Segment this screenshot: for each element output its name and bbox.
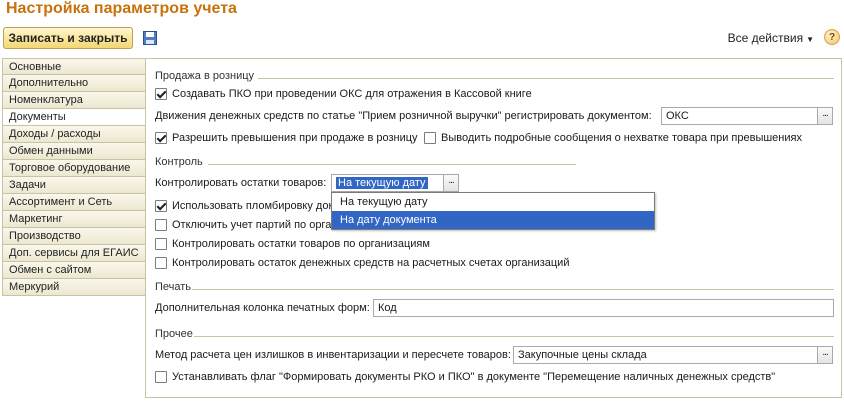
- chevron-down-icon: ▼: [806, 35, 814, 44]
- allow-excess-option[interactable]: Разрешить превышения при продаже в розни…: [155, 132, 418, 144]
- dropdown-option-document-date[interactable]: На дату документа: [332, 211, 654, 229]
- section-divider: [194, 336, 834, 337]
- detailed-messages-option[interactable]: Выводить подробные сообщения о нехватке …: [424, 132, 802, 144]
- stock-control-dropdown: На текущую дату На дату документа: [331, 192, 655, 230]
- detailed-messages-checkbox[interactable]: [424, 132, 436, 144]
- control-by-org-label: Контролировать остатки товаров по органи…: [172, 238, 430, 250]
- page-title: Настройка параметров учета: [6, 0, 237, 17]
- control-by-org-checkbox[interactable]: [155, 238, 167, 250]
- allow-excess-label: Разрешить превышения при продаже в розни…: [172, 132, 418, 144]
- all-actions-label: Все действия: [727, 31, 804, 45]
- sidebar-item-income-expenses[interactable]: Доходы / расходы: [2, 126, 146, 143]
- use-seal-option[interactable]: Использовать пломбировку док: [155, 200, 333, 212]
- all-actions-menu[interactable]: Все действия ▼: [728, 31, 814, 45]
- disable-batches-label: Отключить учет партий по орган: [172, 219, 338, 231]
- set-flag-option[interactable]: Устанавливать флаг "Формировать документ…: [155, 371, 775, 383]
- sidebar: Основные Дополнительно Номенклатура Доку…: [2, 58, 146, 296]
- sidebar-item-tasks[interactable]: Задачи: [2, 177, 146, 194]
- price-method-label: Метод расчета цен излишков в инвентариза…: [155, 349, 511, 361]
- use-seal-label: Использовать пломбировку док: [172, 200, 334, 212]
- disable-batches-option[interactable]: Отключить учет партий по орган: [155, 219, 337, 231]
- section-title-print: Печать: [155, 281, 192, 293]
- sidebar-item-mercury[interactable]: Меркурий: [2, 279, 146, 296]
- section-divider: [258, 78, 834, 79]
- set-flag-label: Устанавливать флаг "Формировать документ…: [172, 371, 776, 383]
- save-and-close-button[interactable]: Записать и закрыть: [3, 27, 133, 49]
- stock-control-label: Контролировать остатки товаров:: [155, 177, 327, 189]
- detailed-messages-label: Выводить подробные сообщения о нехватке …: [441, 132, 802, 144]
- set-flag-checkbox[interactable]: [155, 371, 167, 383]
- create-pko-label: Создавать ПКО при проведении ОКС для отр…: [172, 88, 532, 100]
- sidebar-item-trade-equipment[interactable]: Торговое оборудование: [2, 160, 146, 177]
- price-method-select-button[interactable]: ...: [817, 346, 833, 364]
- stock-control-select[interactable]: На текущую дату: [331, 174, 444, 192]
- sidebar-item-egais[interactable]: Доп. сервисы для ЕГАИС: [2, 245, 146, 262]
- use-seal-checkbox[interactable]: [155, 200, 167, 212]
- sidebar-item-marketing[interactable]: Маркетинг: [2, 211, 146, 228]
- disable-batches-checkbox[interactable]: [155, 219, 167, 231]
- cash-flow-select-button[interactable]: ...: [817, 107, 833, 125]
- dropdown-option-current-date[interactable]: На текущую дату: [332, 193, 654, 211]
- stock-control-select-button[interactable]: ...: [443, 174, 459, 192]
- stock-control-value: На текущую дату: [336, 177, 428, 189]
- extra-column-label: Дополнительная колонка печатных форм:: [155, 302, 370, 314]
- sidebar-item-nomenclature[interactable]: Номенклатура: [2, 92, 146, 109]
- price-method-field[interactable]: Закупочные цены склада: [513, 346, 818, 364]
- save-icon[interactable]: [143, 31, 157, 45]
- sidebar-item-main[interactable]: Основные: [2, 58, 146, 75]
- sidebar-item-documents[interactable]: Документы: [2, 109, 146, 126]
- control-by-org-option[interactable]: Контролировать остатки товаров по органи…: [155, 238, 430, 250]
- section-divider: [208, 164, 576, 165]
- cash-flow-document-field[interactable]: ОКС: [661, 107, 818, 125]
- extra-column-field[interactable]: Код: [373, 299, 834, 317]
- cash-flow-label: Движения денежных средств по статье "При…: [155, 110, 652, 122]
- sidebar-item-data-exchange[interactable]: Обмен данными: [2, 143, 146, 160]
- section-divider: [192, 289, 834, 290]
- create-pko-option[interactable]: Создавать ПКО при проведении ОКС для отр…: [155, 88, 532, 100]
- sidebar-item-assortment[interactable]: Ассортимент и Сеть: [2, 194, 146, 211]
- allow-excess-checkbox[interactable]: [155, 132, 167, 144]
- section-title-control: Контроль: [155, 156, 203, 168]
- control-cash-option[interactable]: Контролировать остаток денежных средств …: [155, 257, 569, 269]
- control-cash-checkbox[interactable]: [155, 257, 167, 269]
- control-cash-label: Контролировать остаток денежных средств …: [172, 257, 570, 269]
- sidebar-item-site-exchange[interactable]: Обмен с сайтом: [2, 262, 146, 279]
- section-title-retail: Продажа в розницу: [155, 70, 255, 82]
- sidebar-item-production[interactable]: Производство: [2, 228, 146, 245]
- sidebar-item-additional[interactable]: Дополнительно: [2, 75, 146, 92]
- section-title-other: Прочее: [155, 328, 193, 340]
- help-icon[interactable]: ?: [824, 29, 840, 45]
- create-pko-checkbox[interactable]: [155, 88, 167, 100]
